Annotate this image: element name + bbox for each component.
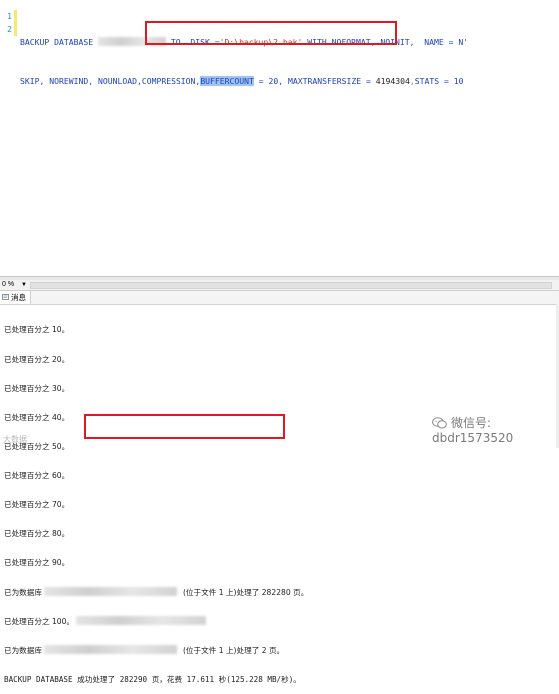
message-line-final: BACKUP DATABASE 成功处理了 282290 页，花费 17.611… xyxy=(4,675,308,685)
line-number-gutter: 1 2 xyxy=(0,10,12,36)
message-line: 已处理百分之 30。 xyxy=(4,383,70,393)
message-line: 已处理百分之 80。 xyxy=(4,529,70,539)
code-line-2: SKIP, NOREWIND, NOUNLOAD,COMPRESSION,BUF… xyxy=(20,75,468,88)
message-text: 已为数据库 xyxy=(4,588,42,598)
code-token: = 20, MAXTRANSFERSIZE = xyxy=(253,76,376,86)
results-tab-bar: 消息 xyxy=(0,291,559,305)
editor-status-bar: 0 % ▼ xyxy=(0,280,559,291)
redacted-text xyxy=(76,616,207,626)
code-number: 4194304 xyxy=(375,76,410,86)
message-line: 已处理百分之 90。 xyxy=(4,558,70,568)
message-line: 已处理百分之 70。 xyxy=(4,499,70,509)
message-text: (位于文件 1 上)处理了 282280 页。 xyxy=(182,588,309,598)
message-line: 已处理百分之 50。 xyxy=(4,441,70,451)
message-line: 已处理百分之 100。 xyxy=(4,616,308,626)
message-text: (位于文件 1 上)处理了 2 页。 xyxy=(182,646,285,656)
tab-messages[interactable]: 消息 xyxy=(0,291,31,304)
message-icon xyxy=(2,294,9,300)
message-text: BACKUP DATABASE 成功 xyxy=(4,674,93,684)
code-token: = 10 xyxy=(439,76,464,86)
message-text: 处理了 282290 页，花费 17.611 秒(125.228 MB/秒)。 xyxy=(92,674,301,684)
wechat-icon xyxy=(432,417,447,429)
messages-output[interactable]: 已处理百分之 10。 已处理百分之 20。 已处理百分之 30。 已处理百分之 … xyxy=(4,306,308,694)
message-text: 已为数据库 xyxy=(4,646,42,656)
message-line: 已处理百分之 20。 xyxy=(4,354,70,364)
message-line: 已为数据库 (位于文件 1 上)处理了 282280 页。 xyxy=(4,587,308,597)
message-line: 已处理百分之 60。 xyxy=(4,470,70,480)
zoom-level[interactable]: 0 % xyxy=(2,280,14,290)
code-token: SKIP, NOREWIND, NOUNLOAD, xyxy=(20,76,142,86)
code-token: BACKUP DATABASE xyxy=(20,37,94,47)
message-line: 已为数据库 (位于文件 1 上)处理了 2 页。 xyxy=(4,645,308,655)
selected-token: BUFFERCOUNT xyxy=(200,76,254,86)
horizontal-scrollbar[interactable] xyxy=(30,282,552,289)
wechat-watermark: 微信号: dbdr1573520 xyxy=(432,414,559,445)
line-number: 2 xyxy=(7,25,12,34)
highlight-box xyxy=(145,21,397,45)
tab-label: 消息 xyxy=(11,293,26,302)
highlight-box xyxy=(84,414,285,439)
message-line: 已处理百分之 10。 xyxy=(4,325,70,335)
code-token: STATS xyxy=(414,76,440,86)
line-number: 1 xyxy=(7,12,12,21)
zoom-dropdown-icon[interactable]: ▼ xyxy=(21,280,27,290)
code-token: COMPRESSION, xyxy=(141,76,201,86)
redacted-database-name xyxy=(43,587,177,597)
message-text: 已处理百分之 100。 xyxy=(4,617,75,627)
query-editor[interactable]: 1 2 BACKUP DATABASE TO DISK ='D:\backup\… xyxy=(0,0,559,276)
corner-watermark: 大数据 xyxy=(3,435,27,444)
redacted-database-name xyxy=(43,645,177,655)
change-indicator-bar xyxy=(14,10,17,36)
